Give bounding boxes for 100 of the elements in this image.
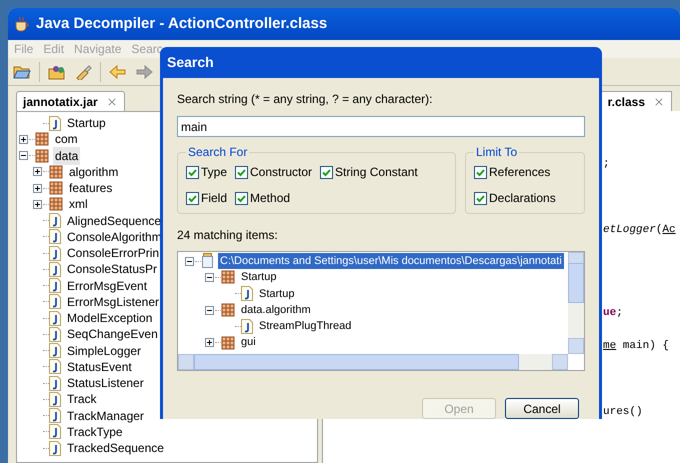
checkbox[interactable]: [186, 166, 199, 178]
coffee-cup-icon: [14, 16, 30, 32]
class-file-icon: [241, 286, 253, 302]
back-arrow-icon[interactable]: [109, 64, 127, 80]
checkbox-label: Method: [250, 190, 290, 207]
checkbox[interactable]: [474, 192, 487, 204]
tree-item[interactable]: ModelException: [65, 309, 154, 328]
package-icon: [49, 164, 63, 179]
code-line: ures(): [603, 406, 643, 418]
package-icon: [221, 303, 235, 318]
tree-item[interactable]: SeqChangeEven: [65, 325, 160, 344]
class-file-icon: [49, 392, 61, 407]
package-icon: [49, 197, 63, 212]
package-icon: [221, 336, 235, 350]
class-file-icon: [49, 294, 61, 310]
checkbox[interactable]: [474, 166, 487, 178]
tree-item[interactable]: Startup: [239, 269, 278, 286]
tree-item[interactable]: TrackManager: [65, 406, 146, 425]
tree-item[interactable]: TrackedSequence: [65, 439, 166, 458]
expand-icon[interactable]: [32, 167, 42, 176]
tree-item[interactable]: Startup: [65, 114, 108, 132]
checkbox-label: Constructor: [250, 164, 312, 181]
search-field[interactable]: main: [177, 116, 585, 137]
package-icon: [49, 181, 63, 196]
class-file-icon: [49, 376, 61, 391]
tree-item[interactable]: data: [53, 146, 80, 165]
tree-item[interactable]: gui: [239, 334, 258, 351]
flashlight-icon[interactable]: [74, 64, 92, 80]
tree-item[interactable]: StatusListener: [65, 374, 146, 392]
search-prompt: Search string (* = any string, ? = any character):: [177, 91, 434, 108]
checkbox-label: Field: [201, 190, 228, 207]
window-title: Java Decompiler - ActionController.class: [36, 14, 328, 34]
collapse-icon[interactable]: [204, 306, 214, 315]
tree-item[interactable]: C:\Documents and Settings\user\Mis documentos\Descargas\jannotati: [218, 252, 564, 270]
class-file-icon: [49, 246, 61, 261]
package-icon: [221, 270, 235, 284]
class-file-icon: [49, 408, 61, 424]
class-file-icon: [49, 278, 61, 294]
jar-icon: [201, 253, 214, 270]
close-icon[interactable]: [653, 96, 665, 108]
code-line: etLogger(Ac: [603, 224, 676, 236]
tree-item[interactable]: StreamPlugThread: [257, 318, 354, 335]
tree-item[interactable]: StatusEvent: [65, 358, 134, 376]
checkbox-label: References: [489, 164, 550, 181]
close-icon[interactable]: [106, 96, 118, 108]
collapse-icon[interactable]: [204, 272, 214, 282]
tree-item[interactable]: ErrorMsgListener: [65, 292, 162, 311]
class-file-icon: [49, 262, 61, 277]
tree-item[interactable]: TrackType: [65, 422, 125, 441]
tree-item[interactable]: ConsoleStatusPr: [65, 260, 160, 278]
result-count: 24 matching items:: [177, 227, 279, 244]
checkbox[interactable]: [186, 192, 199, 204]
tree-item[interactable]: data.algorithm: [239, 302, 313, 318]
group-title: Search For: [187, 144, 248, 161]
class-file-icon: [49, 116, 61, 131]
folder-icon[interactable]: [13, 64, 31, 80]
class-file-icon: [49, 213, 61, 228]
class-file-icon: [49, 359, 61, 374]
tree-item[interactable]: Startup: [257, 286, 296, 302]
group-title: Limit To: [475, 144, 518, 161]
file-tab[interactable]: r.class: [600, 91, 672, 111]
class-file-icon: [49, 310, 61, 326]
package-icon: [35, 148, 49, 163]
expand-icon[interactable]: [18, 134, 28, 144]
class-file-icon: [49, 343, 61, 358]
class-file-icon: [49, 424, 61, 440]
tree-item[interactable]: xml: [67, 195, 90, 214]
expand-icon[interactable]: [204, 338, 214, 348]
tree-item[interactable]: SimpleLogger: [65, 342, 144, 360]
tree-item[interactable]: algorithm: [67, 162, 120, 181]
tree-item[interactable]: ConsoleErrorPrin: [65, 244, 162, 262]
tree-item[interactable]: features: [67, 179, 114, 198]
vertical-scrollbar[interactable]: [568, 252, 584, 354]
checkbox[interactable]: [235, 166, 248, 178]
tree-item[interactable]: ConsoleAlgorithm: [65, 228, 164, 246]
tree-item[interactable]: Track: [65, 390, 99, 408]
class-file-icon: [49, 326, 61, 342]
dialog-title: Search: [167, 53, 214, 72]
checkbox-label: Type: [201, 164, 228, 181]
tree-item[interactable]: com: [53, 130, 80, 148]
tree-item[interactable]: AlignedSequence: [65, 212, 164, 230]
checkbox[interactable]: [235, 192, 248, 204]
checkbox[interactable]: [320, 166, 334, 178]
folder-icon[interactable]: [48, 64, 66, 80]
dialog-button[interactable]: Cancel: [505, 398, 579, 419]
class-file-icon: [49, 229, 61, 244]
expand-icon[interactable]: [32, 184, 42, 193]
checkbox-label: Declarations: [489, 190, 556, 207]
code-line: ;: [603, 158, 610, 170]
class-file-icon: [241, 318, 253, 334]
code-line: me main) {: [603, 340, 670, 352]
file-tab[interactable]: jannotatix.jar: [16, 91, 125, 111]
collapse-icon[interactable]: [184, 256, 194, 266]
collapse-icon[interactable]: [18, 151, 28, 160]
class-file-icon: [49, 440, 61, 456]
checkbox-label: String Constant: [335, 164, 418, 181]
expand-icon[interactable]: [32, 200, 42, 209]
tree-item[interactable]: ErrorMsgEvent: [65, 276, 150, 295]
package-icon: [35, 132, 49, 146]
horizontal-scrollbar[interactable]: [178, 354, 568, 370]
